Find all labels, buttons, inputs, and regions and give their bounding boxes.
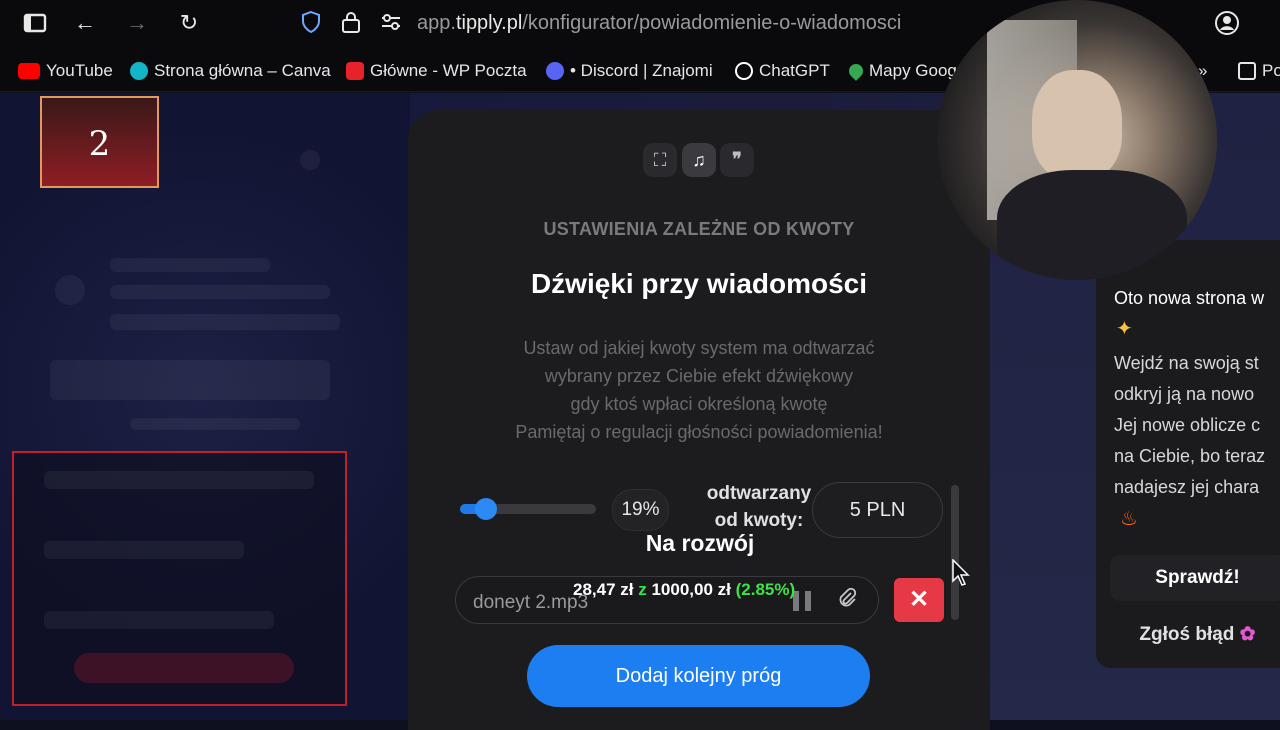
bookmark-label: YouTube — [46, 61, 113, 80]
url-domain: tipply.pl — [455, 12, 523, 34]
blurred-row — [44, 541, 244, 559]
address-bar[interactable]: app.tipply.pl/konfigurator/powiadomienie… — [417, 12, 901, 35]
fire-icon: ♨ — [1120, 508, 1138, 530]
bookmark-discord[interactable]: • Discord | Znajomi — [546, 60, 713, 82]
goal-separator: z — [638, 580, 647, 599]
wp-icon — [346, 62, 364, 80]
profile-icon[interactable] — [1214, 10, 1240, 36]
folder-icon — [1238, 62, 1256, 80]
site-settings-icon[interactable] — [378, 10, 404, 36]
amount-input[interactable]: 5 PLN — [812, 482, 943, 538]
number-badge: 2 — [40, 96, 159, 188]
blurred-button — [74, 653, 294, 683]
url-prefix: app. — [417, 12, 456, 34]
goal-target: 1000,00 zł — [651, 580, 731, 599]
blurred-text — [110, 314, 340, 330]
blurred-text — [110, 258, 270, 272]
popup-line: na Ciebie, bo teraz — [1114, 446, 1266, 466]
panel-title: Dźwięki przy wiadomości — [530, 268, 868, 299]
description-line: wybrany przez Ciebie efekt dźwiękowy — [544, 366, 854, 386]
bookmark-label: Po — [1262, 61, 1280, 80]
goal-title: Na rozwój — [645, 530, 755, 556]
bookmark-label: Strona główna – Canva — [154, 61, 331, 80]
blurred-card — [50, 360, 330, 400]
bookmark-label: Mapy Goog — [869, 61, 957, 80]
report-bug-button[interactable]: Zgłoś błąd ✿ — [1110, 612, 1280, 658]
goal-current: 28,47 zł — [573, 580, 634, 599]
bookmark-wp-poczta[interactable]: Główne - WP Poczta — [346, 60, 527, 82]
music-note-icon[interactable]: ♫ — [682, 143, 716, 177]
popup-line: nadajesz jej chara — [1114, 477, 1260, 497]
bookmark-folder[interactable]: Po — [1238, 60, 1280, 82]
bookmark-maps[interactable]: Mapy Goog — [846, 60, 957, 82]
blurred-avatar — [55, 275, 85, 305]
popup-line: Wejdź na swoją st — [1114, 353, 1259, 373]
shield-icon[interactable] — [298, 10, 324, 36]
blurred-text — [130, 418, 300, 430]
discord-icon — [546, 62, 564, 80]
shirt — [997, 170, 1187, 280]
blurred-row — [44, 471, 314, 489]
forward-icon[interactable]: → — [124, 10, 150, 36]
blurred-text — [110, 285, 330, 299]
lock-icon[interactable] — [338, 10, 364, 36]
bookmark-label: • Discord | Znajomi — [570, 61, 713, 80]
tab-overview-icon[interactable] — [22, 10, 48, 36]
blurred-row — [44, 611, 274, 629]
quote-icon[interactable]: ❞ — [720, 143, 754, 177]
fullscreen-icon[interactable]: ⛶ — [643, 143, 677, 177]
pause-icon[interactable] — [793, 591, 813, 611]
popup-line: odkryj ją na nowo — [1114, 384, 1255, 404]
bookmark-label: ChatGPT — [759, 61, 830, 80]
goal-percent: (2.85%) — [735, 580, 796, 599]
check-button[interactable]: Sprawdź! — [1110, 555, 1280, 601]
bookmark-canva[interactable]: Strona główna – Canva — [130, 60, 331, 82]
panel-description: Ustaw od jakiej kwoty system ma odtwarza… — [408, 334, 990, 446]
volume-percent: 19% — [612, 489, 669, 531]
canva-icon — [130, 62, 148, 80]
description-line: Pamiętaj o regulacji głośności powiadomi… — [515, 422, 883, 442]
panel-subheading: USTAWIENIA ZALEŻNE OD KWOTY — [543, 219, 855, 239]
youtube-icon — [18, 63, 40, 79]
chatgpt-icon — [735, 62, 753, 80]
add-threshold-button[interactable]: Dodaj kolejny próg — [527, 645, 870, 707]
maps-pin-icon — [846, 61, 866, 81]
webcam-overlay — [937, 0, 1217, 280]
flower-icon: ✿ — [1239, 624, 1256, 645]
description-line: gdy ktoś wpłaci określoną kwotę — [570, 394, 828, 414]
popup-title: Oto nowa strona w — [1114, 288, 1265, 308]
goal-progress: 28,47 zł z 1000,00 zł (2.85%) — [573, 580, 795, 600]
reload-icon[interactable]: ↻ — [176, 10, 202, 36]
blurred-icon — [300, 150, 320, 170]
paperclip-icon[interactable] — [836, 587, 858, 615]
sparkles-icon: ✦ — [1116, 318, 1133, 340]
report-bug-label: Zgłoś błąd — [1139, 624, 1235, 645]
mouse-cursor — [952, 558, 970, 592]
scrollbar[interactable] — [951, 485, 959, 620]
description-line: Ustaw od jakiej kwoty system ma odtwarza… — [523, 338, 875, 358]
face — [1032, 70, 1122, 180]
bookmark-chatgpt[interactable]: ChatGPT — [735, 60, 830, 82]
popup-line: Jej nowe oblicze c — [1114, 415, 1261, 435]
delete-threshold-button[interactable]: ✕ — [894, 578, 944, 622]
bookmark-label: Główne - WP Poczta — [370, 61, 527, 80]
popup-text: Wejdź na swoją st odkryj ją na nowo Jej … — [1114, 348, 1280, 503]
url-path: /konfigurator/powiadomienie-o-wiadomosci — [522, 12, 902, 34]
volume-slider-knob[interactable] — [475, 498, 497, 520]
bookmark-youtube[interactable]: YouTube — [18, 60, 113, 82]
sound-file-name: doneyt 2.mp3 — [473, 592, 589, 613]
back-icon[interactable]: ← — [72, 10, 98, 36]
highlight-frame — [12, 451, 347, 706]
